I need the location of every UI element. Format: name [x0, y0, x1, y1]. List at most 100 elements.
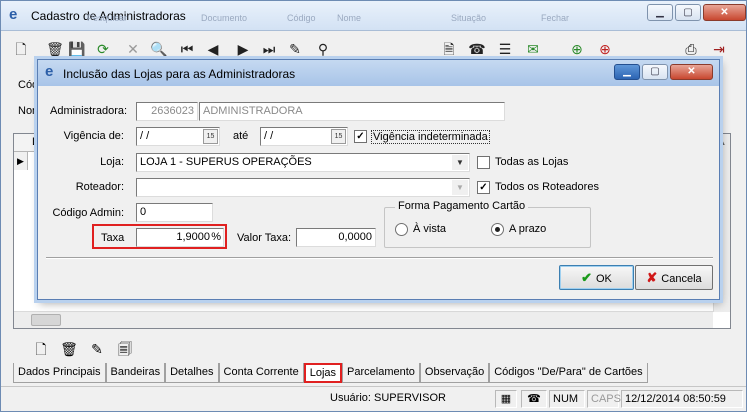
cancel-x-icon: ✘ — [646, 270, 658, 285]
loja-select[interactable]: LOJA 1 - SUPERUS OPERAÇÕES ▼ — [136, 153, 470, 172]
maximize-button[interactable]: ▢ — [642, 64, 668, 80]
vigencia-ate-field[interactable]: / / 15 — [260, 127, 348, 146]
minimize-button[interactable]: ▁ — [647, 4, 673, 21]
binoculars-icon[interactable]: ⚲ — [313, 39, 333, 59]
dialog-title-bar: e Inclusão das Lojas para as Administrad… — [38, 60, 719, 86]
main-title-bar: e Cadastro de Administradoras Pesquisar … — [1, 1, 746, 31]
status-caps: CAPS — [587, 390, 621, 408]
tab-dados-principais[interactable]: Dados Principais — [13, 363, 106, 383]
tab-bandeiras[interactable]: Bandeiras — [105, 363, 166, 383]
tab-parcelamento[interactable]: Parcelamento — [342, 363, 420, 383]
roteador-label: Roteador: — [75, 181, 124, 193]
cancel-icon[interactable]: ✕ — [123, 39, 143, 59]
chevron-down-icon[interactable]: ▼ — [452, 180, 468, 195]
roteador-select[interactable]: ▼ — [136, 178, 470, 197]
todas-lojas-checkbox[interactable] — [477, 156, 490, 169]
a-prazo-label[interactable]: A prazo — [509, 223, 546, 235]
print-icon[interactable]: ⎙ — [681, 39, 701, 59]
red-circle-icon[interactable]: ⊕ — [595, 39, 615, 59]
dialog-title: Inclusão das Lojas para as Administrador… — [63, 67, 296, 81]
status-num: NUM — [549, 390, 585, 408]
ghost-text: Código — [287, 13, 316, 23]
tab-lojas[interactable]: Lojas — [303, 363, 343, 383]
forma-pagamento-title: Forma Pagamento Cartão — [395, 200, 529, 212]
refresh-icon[interactable]: ⟳ — [93, 39, 113, 59]
tab-detalhes[interactable]: Detalhes — [165, 363, 219, 383]
close-button[interactable]: ✕ — [703, 4, 746, 21]
new-icon[interactable]: 🗋 — [11, 39, 31, 59]
close-button[interactable]: ✕ — [670, 64, 713, 80]
ghost-text: Pesquisar — [87, 13, 128, 23]
tab-conta-corrente[interactable]: Conta Corrente — [218, 363, 304, 383]
ok-button-label: OK — [596, 273, 612, 285]
todas-lojas-label[interactable]: Todas as Lojas — [495, 156, 568, 168]
inclusao-lojas-dialog: e Inclusão das Lojas para as Administrad… — [37, 59, 720, 300]
chevron-down-icon[interactable]: ▼ — [452, 155, 468, 170]
valor-taxa-label: Valor Taxa: — [237, 232, 292, 244]
vigencia-label: Vigência de: — [63, 130, 124, 142]
calendar-icon[interactable]: 15 — [331, 129, 346, 144]
ok-button[interactable]: ✔ OK — [559, 265, 634, 290]
taxa-label: Taxa — [101, 232, 125, 244]
grid-actions: 🗋 🗑 ✎ 🗐 — [31, 339, 135, 359]
prev-icon[interactable]: ◀ — [203, 39, 223, 59]
delete-icon[interactable]: 🗑 — [59, 339, 79, 359]
minimize-button[interactable]: ▁ — [614, 64, 640, 80]
tab-observacao[interactable]: Observação — [419, 363, 490, 383]
cancel-button[interactable]: ✘ Cancela — [635, 265, 713, 290]
main-window-controls: ▁ ▢ ✕ — [647, 4, 746, 21]
row-indicator-icon: ▶ — [14, 152, 28, 170]
filter-icon[interactable]: ✎ — [285, 39, 305, 59]
taxa-value: 1,9000 — [176, 231, 210, 243]
status-datetime: 12/12/2014 08:50:59 — [621, 390, 743, 408]
green-circle-icon[interactable]: ⊕ — [567, 39, 587, 59]
checkmark-icon: ✔ — [581, 270, 592, 285]
phone-icon[interactable]: ☎ — [467, 39, 487, 59]
forma-pagamento-group: Forma Pagamento Cartão À vista A prazo — [384, 200, 591, 248]
a-prazo-radio[interactable] — [491, 223, 504, 236]
next-icon[interactable]: ▶ — [233, 39, 253, 59]
phone-icon[interactable]: ☎ — [521, 390, 547, 408]
a-vista-radio[interactable] — [395, 223, 408, 236]
app-logo-icon: e — [45, 63, 54, 80]
tab-codigos-de-para[interactable]: Códigos "De/Para" de Cartões — [489, 363, 648, 383]
vigencia-de-field[interactable]: / / 15 — [136, 127, 220, 146]
a-vista-label[interactable]: À vista — [413, 223, 446, 235]
vigencia-de-value: / / — [140, 130, 150, 142]
ghost-text: Situação — [451, 13, 487, 23]
ghost-text: Nome — [337, 13, 362, 23]
calendar-icon[interactable]: 15 — [203, 129, 218, 144]
taxa-field[interactable]: 1,9000 % — [136, 228, 224, 247]
scroll-thumb[interactable] — [31, 314, 61, 326]
vigencia-indeterminada-checkbox[interactable]: ✓ — [354, 130, 367, 143]
edit-icon[interactable]: ✎ — [87, 339, 107, 359]
todos-roteadores-label[interactable]: Todos os Roteadores — [495, 181, 599, 193]
add-doc-icon[interactable]: 🗎 — [439, 39, 459, 59]
dialog-window-controls: ▁ ▢ ✕ — [614, 64, 713, 80]
search-icon[interactable]: 🔍 — [149, 39, 169, 59]
first-icon[interactable]: ⏮ — [177, 39, 197, 59]
last-icon[interactable]: ⏭ — [259, 39, 279, 59]
status-bar: Usuário: SUPERVISOR ▦ ☎ NUM CAPS 12/12/2… — [1, 386, 746, 411]
save-icon[interactable]: 💾 — [67, 39, 87, 59]
view-icon[interactable]: 🗐 — [115, 339, 135, 359]
codigo-admin-field[interactable]: 0 — [136, 203, 213, 222]
valor-taxa-field[interactable]: 0,0000 — [296, 228, 376, 247]
ghost-text: Documento — [201, 13, 248, 23]
list-icon[interactable]: ☰ — [495, 39, 515, 59]
maximize-button[interactable]: ▢ — [675, 4, 701, 21]
horizontal-scrollbar[interactable] — [14, 311, 713, 328]
exit-icon[interactable]: ⇥ — [709, 39, 729, 59]
app-logo-icon: e — [9, 6, 18, 23]
loja-label: Loja: — [100, 156, 124, 168]
status-user: Usuário: SUPERVISOR — [330, 392, 446, 404]
administradora-name-field: ADMINISTRADORA — [199, 102, 505, 121]
ghost-text: Fechar — [541, 13, 570, 23]
delete-icon[interactable]: 🗑 — [45, 39, 65, 59]
todos-roteadores-checkbox[interactable]: ✓ — [477, 181, 490, 194]
vigencia-indeterminada-label[interactable]: Vigência indeterminada — [371, 130, 490, 144]
new-icon[interactable]: 🗋 — [31, 339, 51, 359]
calculator-icon[interactable]: ▦ — [495, 390, 517, 408]
chat-icon[interactable]: ✉ — [523, 39, 543, 59]
vigencia-ate-value: / / — [264, 130, 274, 142]
